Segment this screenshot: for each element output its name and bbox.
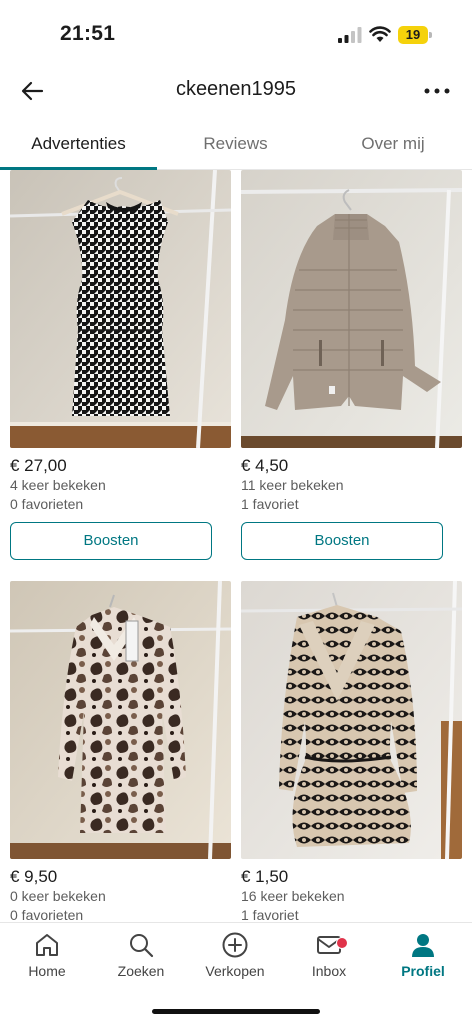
listing-favorites: 0 favorieten bbox=[10, 496, 84, 512]
nav-profile[interactable]: Profiel bbox=[376, 931, 470, 991]
cellular-signal-icon bbox=[338, 27, 362, 43]
boost-button[interactable]: Boosten bbox=[10, 522, 212, 560]
search-icon bbox=[130, 934, 154, 958]
wifi-icon bbox=[369, 26, 391, 42]
listing-views: 16 keer bekeken bbox=[241, 888, 345, 904]
listing-card[interactable]: € 27,00 4 keer bekeken 0 favorieten Boos… bbox=[10, 170, 231, 560]
notification-badge bbox=[336, 937, 348, 949]
more-horizontal-icon[interactable] bbox=[420, 78, 454, 104]
nav-label: Inbox bbox=[311, 963, 347, 979]
tab-over-mij[interactable]: Over mij bbox=[314, 118, 472, 170]
listing-views: 0 keer bekeken bbox=[10, 888, 106, 904]
listing-favorites: 1 favoriet bbox=[241, 496, 299, 512]
status-time: 21:51 bbox=[60, 22, 116, 45]
listing-photo[interactable] bbox=[10, 581, 231, 859]
tab-reviews[interactable]: Reviews bbox=[157, 118, 314, 170]
nav-search[interactable]: Zoeken bbox=[94, 931, 188, 991]
listing-card[interactable]: € 4,50 11 keer bekeken 1 favoriet Booste… bbox=[241, 170, 462, 560]
listing-photo[interactable] bbox=[241, 170, 462, 448]
nav-label: Verkopen bbox=[205, 963, 265, 979]
profile-tabs: Advertenties Reviews Over mij bbox=[0, 118, 472, 170]
nav-label: Home bbox=[28, 963, 66, 979]
listing-favorites: 1 favoriet bbox=[241, 907, 299, 922]
listing-photo[interactable] bbox=[241, 581, 462, 859]
listing-price: € 4,50 bbox=[241, 456, 289, 475]
nav-sell[interactable]: Verkopen bbox=[188, 931, 282, 991]
listing-price: € 1,50 bbox=[241, 867, 289, 886]
listing-card[interactable]: € 9,50 0 keer bekeken 0 favorieten bbox=[10, 581, 231, 922]
listing-price: € 27,00 bbox=[10, 456, 67, 475]
page-title: ckeenen1995 bbox=[175, 78, 297, 100]
battery-icon: 19 bbox=[398, 26, 432, 44]
home-icon bbox=[36, 934, 58, 956]
profile-icon bbox=[412, 934, 434, 957]
listing-favorites: 0 favorieten bbox=[10, 907, 84, 922]
listing-views: 11 keer bekeken bbox=[241, 477, 344, 493]
boost-button[interactable]: Boosten bbox=[241, 522, 443, 560]
listing-card[interactable]: € 1,50 16 keer bekeken 1 favoriet bbox=[241, 581, 462, 922]
battery-percentage: 19 bbox=[405, 27, 421, 42]
nav-home[interactable]: Home bbox=[0, 931, 94, 991]
nav-inbox[interactable]: Inbox bbox=[282, 931, 376, 991]
nav-label: Zoeken bbox=[117, 963, 165, 979]
top-bar: ckeenen1995 bbox=[0, 64, 472, 118]
plus-circle-icon bbox=[222, 932, 248, 958]
listing-views: 4 keer bekeken bbox=[10, 477, 106, 493]
status-bar: 21:51 19 bbox=[0, 0, 472, 64]
listing-photo[interactable] bbox=[10, 170, 231, 448]
home-indicator bbox=[152, 1009, 320, 1014]
tab-advertenties[interactable]: Advertenties bbox=[0, 118, 157, 170]
nav-label: Profiel bbox=[401, 963, 445, 979]
listing-grid: € 27,00 4 keer bekeken 0 favorieten Boos… bbox=[0, 170, 472, 922]
listing-price: € 9,50 bbox=[10, 867, 58, 886]
